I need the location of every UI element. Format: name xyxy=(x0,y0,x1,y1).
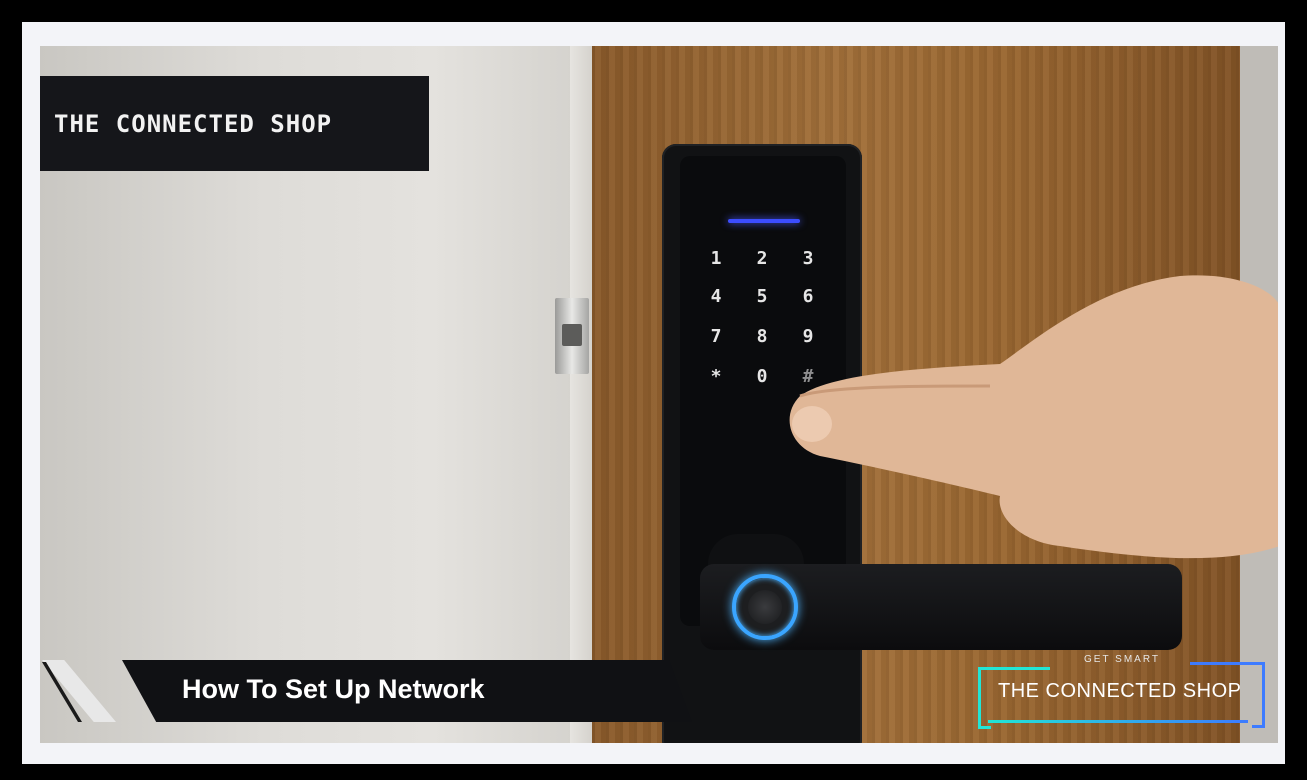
badge-line-bottom xyxy=(988,720,1248,723)
key-1: 1 xyxy=(710,248,722,269)
hand-image xyxy=(789,275,1278,559)
key-7: 7 xyxy=(710,326,722,347)
badge-line-top-left xyxy=(988,667,1050,670)
key-star: * xyxy=(710,366,722,387)
video-title: How To Set Up Network xyxy=(182,674,485,704)
video-frame: 1 2 3 4 5 6 7 8 9 * 0 # THE CONNECTED SH… xyxy=(0,0,1307,780)
video-border: 1 2 3 4 5 6 7 8 9 * 0 # THE CONNECTED SH… xyxy=(22,22,1285,764)
badge-frame-right xyxy=(1252,662,1265,728)
badge-tagline: GET SMART xyxy=(1084,654,1160,665)
logo-text: THE CONNECTED SHOP xyxy=(54,110,333,138)
key-4: 4 xyxy=(710,286,722,307)
badge-line-top-right xyxy=(1190,662,1252,665)
fingerprint-sensor-icon xyxy=(748,590,782,624)
badge-brand: THE CONNECTED SHOP xyxy=(998,680,1242,702)
strike-hole xyxy=(562,324,582,346)
status-led xyxy=(728,219,800,223)
